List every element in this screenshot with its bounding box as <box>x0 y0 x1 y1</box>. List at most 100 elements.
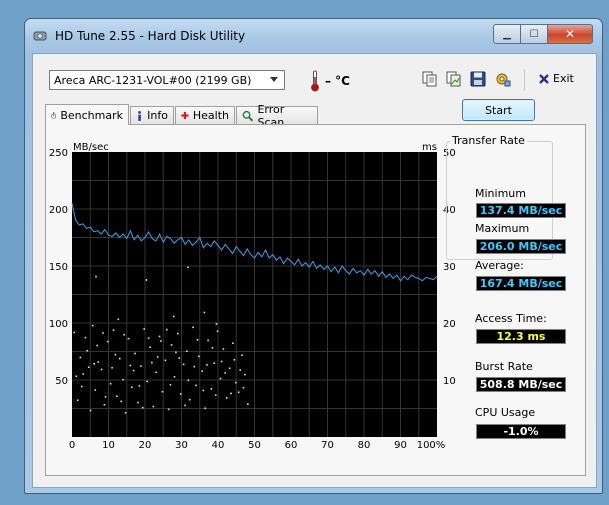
access-time-point <box>242 386 245 389</box>
access-time-point <box>114 353 117 356</box>
access-time-point <box>120 400 123 403</box>
access-time-value: 12.3 ms <box>476 329 566 344</box>
access-time-point <box>207 339 209 342</box>
burst-rate-value: 508.8 MB/sec <box>476 377 566 392</box>
y-right-tick-label: 10 <box>443 376 456 387</box>
tab-benchmark[interactable]: Benchmark <box>45 104 129 125</box>
access-time-point <box>220 360 223 363</box>
x-tick-label: 10 <box>102 440 115 451</box>
access-time-point <box>151 361 153 364</box>
access-time-point <box>182 363 185 366</box>
access-time-point <box>127 337 130 340</box>
access-time-point <box>93 362 95 365</box>
access-time-point <box>202 389 205 392</box>
access-time-point <box>172 315 175 318</box>
access-time-label: Access Time: <box>475 312 547 325</box>
minimum-value: 137.4 MB/sec <box>476 203 566 218</box>
maximum-label: Maximum <box>475 222 530 235</box>
access-time-point <box>241 354 243 357</box>
y-left-tick-label: 250 <box>49 148 68 159</box>
cpu-usage-label: CPU Usage <box>475 406 536 419</box>
access-time-point <box>239 369 241 371</box>
access-time-point <box>140 365 142 367</box>
access-time-point <box>169 384 172 386</box>
access-time-point <box>100 368 103 371</box>
access-time-point <box>122 378 124 381</box>
tab-benchmark-label: Benchmark <box>60 108 123 122</box>
stopwatch-icon <box>51 111 57 119</box>
access-time-point <box>103 404 106 406</box>
access-time-point <box>102 332 104 334</box>
access-time-point <box>189 398 191 401</box>
access-time-point <box>143 328 146 330</box>
access-time-point <box>201 370 204 372</box>
access-time-point <box>152 405 155 408</box>
access-time-point <box>73 331 75 334</box>
access-time-point <box>206 364 208 366</box>
access-time-point <box>109 382 112 385</box>
access-time-point <box>129 364 132 367</box>
access-time-point <box>196 339 199 341</box>
access-time-point <box>211 347 214 349</box>
access-time-point <box>195 384 197 387</box>
access-time-point <box>187 379 190 382</box>
access-time-point <box>116 395 118 398</box>
left-axis-unit: MB/sec <box>73 142 109 153</box>
access-time-point <box>95 275 97 278</box>
access-time-point <box>111 366 113 369</box>
x-tick-label: 60 <box>285 440 298 451</box>
access-time-point <box>130 386 133 388</box>
cpu-usage-value: -1.0% <box>476 424 566 439</box>
access-time-point <box>156 356 159 358</box>
x-tick-label: 100% <box>417 440 446 451</box>
access-time-point <box>214 394 217 396</box>
access-time-point <box>86 349 89 352</box>
access-time-point <box>184 404 186 407</box>
access-time-point <box>247 403 249 406</box>
access-time-point <box>203 311 206 314</box>
access-time-point <box>160 340 162 342</box>
access-time-point <box>237 391 240 394</box>
minimum-label: Minimum <box>475 187 526 200</box>
access-time-point <box>91 324 94 327</box>
access-time-point <box>158 335 161 338</box>
access-time-point <box>80 385 83 388</box>
access-time-point <box>137 401 139 404</box>
access-time-point <box>186 350 188 353</box>
y-right-tick-label: 30 <box>443 262 456 273</box>
access-time-point <box>179 393 182 395</box>
access-time-point <box>155 371 158 374</box>
start-button[interactable]: Start <box>462 99 535 121</box>
access-time-point <box>225 397 228 399</box>
access-time-point <box>164 359 167 362</box>
access-time-point <box>161 390 164 393</box>
access-time-point <box>82 373 85 375</box>
access-time-point <box>233 358 236 361</box>
access-time-point <box>228 367 231 370</box>
access-time-point <box>166 328 168 331</box>
access-time-point <box>224 372 227 374</box>
access-time-point <box>79 356 82 359</box>
access-time-point <box>146 380 148 383</box>
access-time-point <box>118 357 121 360</box>
y-right-tick-label: 20 <box>443 319 456 330</box>
y-left-tick-label: 100 <box>49 319 68 330</box>
access-time-point <box>145 279 148 281</box>
burst-rate-label: Burst Rate <box>475 360 533 373</box>
access-time-point <box>210 388 213 390</box>
access-time-point <box>84 336 87 339</box>
access-time-point <box>176 332 179 335</box>
x-tick-label: 80 <box>358 440 371 451</box>
x-tick-label: 20 <box>139 440 152 451</box>
access-time-point <box>87 366 90 368</box>
access-time-point <box>170 344 173 346</box>
access-time-point <box>232 342 234 345</box>
transfer-rate-title: Transfer Rate <box>450 134 527 147</box>
x-tick-label: 0 <box>69 440 75 451</box>
access-time-point <box>230 392 232 395</box>
access-time-point <box>112 329 115 331</box>
access-time-point <box>117 318 120 321</box>
access-time-point <box>141 406 144 409</box>
access-time-point <box>219 377 222 380</box>
access-time-point <box>124 411 127 414</box>
